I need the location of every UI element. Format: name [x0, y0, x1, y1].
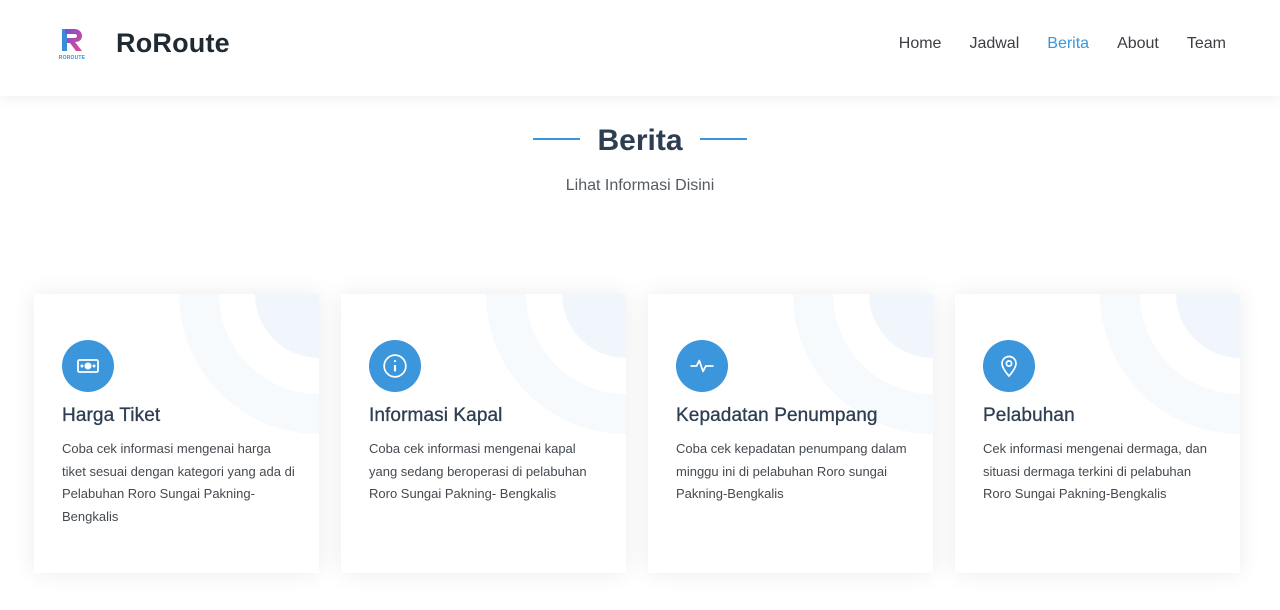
location-pin-icon — [983, 340, 1035, 392]
money-icon — [62, 340, 114, 392]
info-icon — [369, 340, 421, 392]
card-title: Kepadatan Penumpang — [676, 405, 878, 426]
card-title: Harga Tiket — [62, 405, 161, 426]
card-description: Coba cek kepadatan penumpang dalam mingg… — [676, 441, 907, 501]
nav-item-team[interactable]: Team — [1187, 34, 1226, 54]
logo-r-mark — [62, 29, 82, 51]
page-title: Berita — [597, 124, 683, 157]
activity-icon — [676, 340, 728, 392]
section-heading: Berita — [0, 124, 1280, 158]
card-title: Pelabuhan — [983, 405, 1075, 426]
card-harga-tiket[interactable]: Harga Tiket Coba cek informasi mengenai … — [34, 294, 319, 573]
card-informasi-kapal[interactable]: Informasi Kapal Coba cek informasi menge… — [341, 294, 626, 573]
nav-item-berita[interactable]: Berita — [1047, 34, 1089, 54]
card-decoration — [179, 294, 319, 434]
nav-item-about[interactable]: About — [1117, 34, 1159, 54]
card-decoration — [486, 294, 626, 434]
roroute-logo-icon[interactable]: ROROUTE — [56, 26, 88, 64]
brand-name[interactable]: RoRoute — [116, 28, 230, 59]
main-nav: Home Jadwal Berita About Team — [871, 34, 1226, 54]
nav-item-home[interactable]: Home — [899, 34, 942, 54]
card-description: Coba cek informasi mengenai harga tiket … — [62, 441, 295, 524]
card-decoration — [793, 294, 933, 434]
card-description: Cek informasi mengenai dermaga, dan situ… — [983, 441, 1208, 501]
card-pelabuhan[interactable]: Pelabuhan Cek informasi mengenai dermaga… — [955, 294, 1240, 573]
card-title: Informasi Kapal — [369, 405, 503, 426]
nav-item-jadwal[interactable]: Jadwal — [969, 34, 1019, 54]
logo-caption: ROROUTE — [58, 55, 86, 61]
heading-line-right — [699, 138, 747, 140]
section-subtitle: Lihat Informasi Disini — [565, 177, 715, 194]
site-header: ROROUTE RoRoute Home Jadwal Berita About… — [0, 0, 1280, 96]
card-decoration — [1100, 294, 1240, 434]
card-kepadatan-penumpang[interactable]: Kepadatan Penumpang Coba cek kepadatan p… — [648, 294, 933, 573]
heading-line-left — [533, 138, 581, 140]
card-description: Coba cek informasi mengenai kapal yang s… — [369, 441, 587, 501]
